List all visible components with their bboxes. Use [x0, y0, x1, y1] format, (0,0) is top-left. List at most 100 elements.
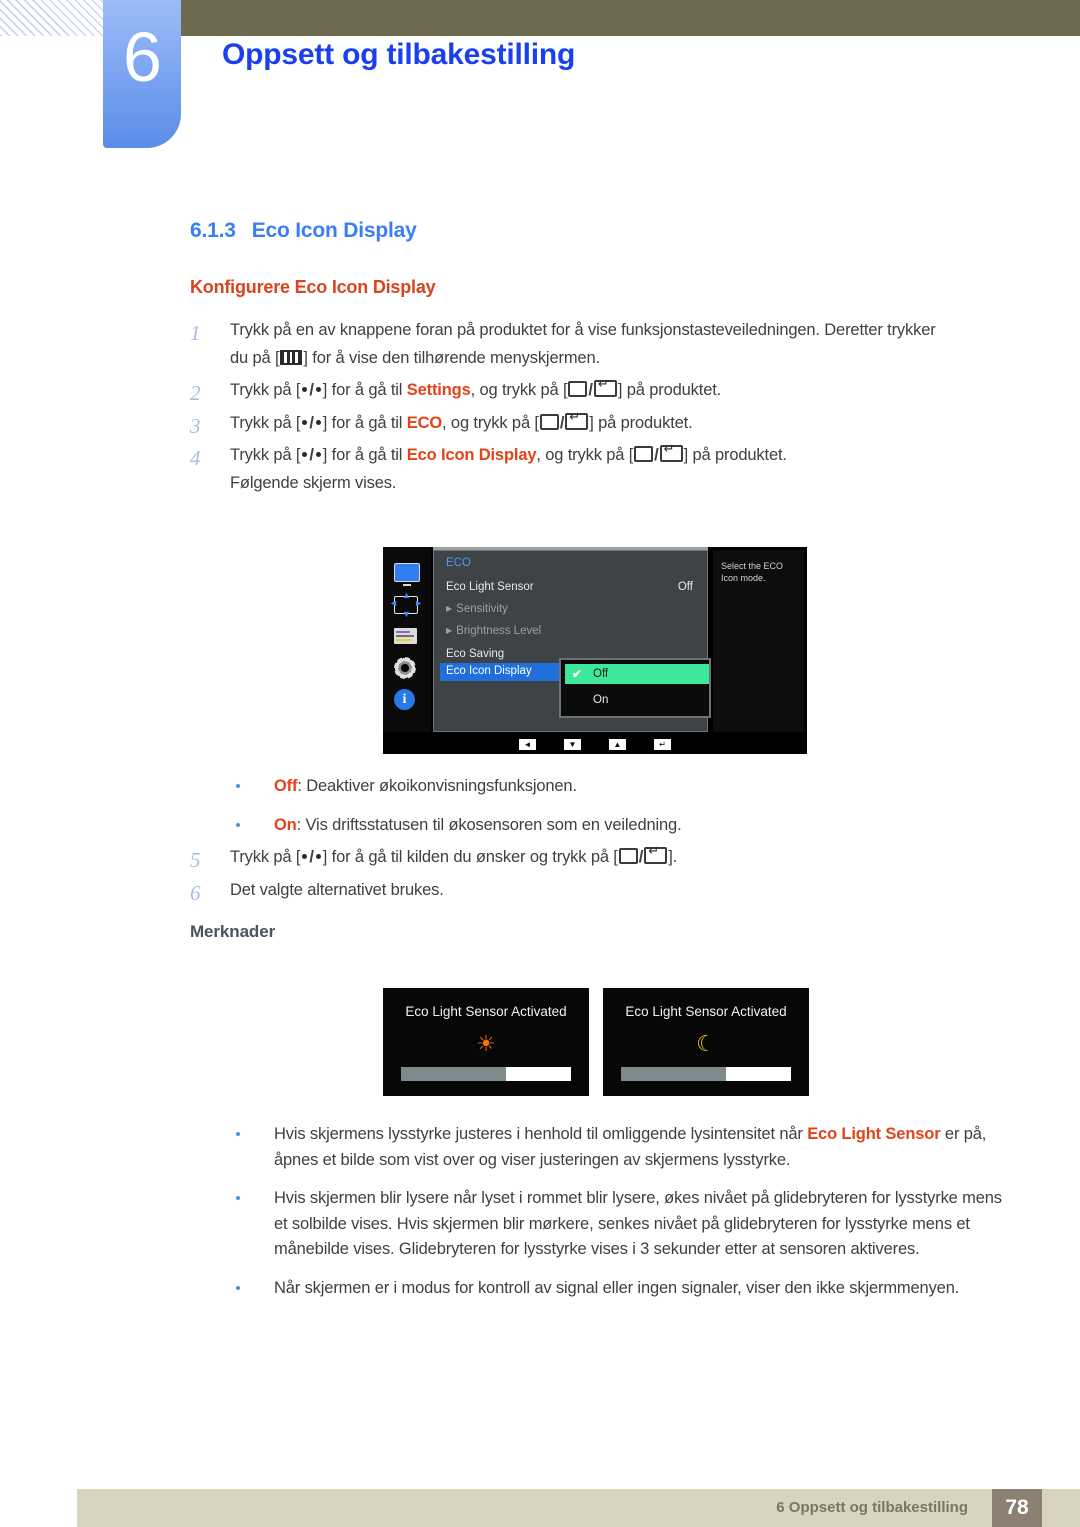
page-number: 78: [992, 1489, 1042, 1527]
step-text-mid2: , og trykk på [: [536, 446, 634, 465]
dot-button-icon: [302, 419, 308, 425]
source-rect-icon: [539, 413, 559, 430]
osd-help-panel: Select the ECO Icon mode.: [713, 550, 804, 732]
chevron-right-icon: ▶: [446, 603, 453, 613]
step-continuation: Følgende skjerm vises.: [230, 473, 397, 492]
osd-row-label: Eco Light Sensor: [446, 581, 534, 593]
osd-button-up-icon[interactable]: ▲: [609, 739, 626, 750]
step-text-continued: du på [] for å vise den tilhørende menys…: [230, 346, 1010, 372]
step-text: Det valgte alternativet brukes.: [230, 880, 444, 899]
osd-dropdown-option-label: Off: [593, 668, 609, 680]
monitor-icon[interactable]: [394, 561, 420, 583]
step-text-post: ] på produktet.: [589, 413, 693, 432]
note-keyword: Eco Light Sensor: [807, 1125, 941, 1143]
note-bullet: Hvis skjermens lysstyrke justeres i henh…: [232, 1122, 1012, 1173]
source-rect-icon: [634, 446, 654, 463]
step-marker: 2: [190, 381, 201, 406]
slider-fill: [621, 1067, 727, 1081]
osd-row-value: Off: [677, 581, 693, 593]
page-header: 6 Oppsett og tilbakestilling: [0, 0, 1080, 160]
resize-arrows-icon[interactable]: ▲ ▼ ◄ ►: [389, 591, 423, 619]
enter-button-icon: [593, 377, 617, 398]
step-item: 4 Trykk på [/] for å gå til Eco Icon Disp…: [190, 442, 1010, 496]
step-text-mid: ] for å gå til kilden du ønsker og trykk…: [322, 848, 618, 866]
osd-row-eco-light-sensor[interactable]: Eco Light Sensor: [446, 581, 534, 593]
enter-button-icon: [644, 844, 668, 864]
chevron-right-icon: ▶: [446, 625, 453, 635]
note-text-pre: Hvis skjermens lysstyrke justeres i henh…: [274, 1125, 808, 1143]
gear-icon[interactable]: [394, 657, 420, 679]
step-text-pre: Trykk på [: [230, 446, 301, 465]
dot-button-icon: [315, 419, 321, 425]
note-image-caption: Eco Light Sensor Activated: [625, 1004, 787, 1019]
osd-footer-buttons: ◄ ▼ ▲ ↵: [384, 737, 806, 752]
step-text-mid2: , og trykk på [: [442, 413, 539, 432]
step-keyword: Settings: [406, 381, 471, 400]
page-footer: 6 Oppsett og tilbakestilling 78: [77, 1489, 1080, 1527]
osd-row-eco-saving[interactable]: Eco Saving: [446, 648, 504, 660]
osd-button-left-icon[interactable]: ◄: [519, 739, 536, 750]
info-icon[interactable]: i: [394, 689, 420, 711]
step-text-mid: ] for å gå til: [322, 413, 407, 432]
footer-chapter-label: 6 Oppsett og tilbakestilling: [776, 1499, 968, 1516]
osd-dropdown-option-label: On: [593, 694, 609, 706]
dot-button-icon: [315, 387, 321, 393]
brightness-slider: [621, 1067, 791, 1081]
enter-button-icon: [659, 442, 683, 463]
osd-button-down-icon[interactable]: ▼: [564, 739, 581, 750]
step-item: 6 Det valgte alternativet brukes.: [190, 878, 1010, 905]
note-images: Eco Light Sensor Activated ☀ Eco Light S…: [383, 988, 809, 1096]
option-keyword: Off: [274, 777, 298, 795]
sun-icon: ☀: [476, 1031, 496, 1056]
osd-menu-screenshot: ▲ ▼ ◄ ► i ECO Eco Light Sensor Off ▶ Sensiti…: [383, 547, 807, 754]
section-title: Eco Icon Display: [251, 219, 417, 242]
step-text-pre: Trykk på [: [230, 413, 301, 432]
step-item: 5 Trykk på [/] for å gå til kilden du øns…: [190, 844, 1010, 872]
note-text: Hvis skjermen blir lysere når lyset i ro…: [274, 1189, 1002, 1259]
osd-sidebar: ▲ ▼ ◄ ► i: [383, 547, 431, 732]
chapter-number: 6: [123, 18, 162, 96]
osd-row-sensitivity[interactable]: ▶ Sensitivity: [446, 603, 508, 615]
step-marker: 3: [190, 413, 201, 438]
osd-row-brightness-level[interactable]: ▶ Brightness Level: [446, 625, 541, 637]
osd-help-text: Select the ECO Icon mode.: [721, 561, 784, 584]
step-item: 2 Trykk på [/] for å gå til Settings, og …: [190, 377, 1010, 405]
enter-button-icon: [565, 410, 589, 430]
osd-dropdown-option-on[interactable]: On: [565, 690, 709, 710]
slider-fill: [401, 1067, 507, 1081]
option-bullet-off: Off: Deaktiver økoikonvisningsfunksjonen…: [232, 774, 1012, 800]
step-text-mid2: , og trykk på [: [470, 381, 568, 400]
osd-menu-title: ECO: [446, 557, 471, 569]
menu-list-icon[interactable]: [394, 625, 420, 647]
note-image-sun: Eco Light Sensor Activated ☀: [383, 988, 589, 1096]
step-text-post: ] på produktet.: [683, 446, 787, 465]
menu-button-icon: [280, 349, 303, 365]
checkmark-icon: ✔: [572, 667, 583, 681]
step-marker: 5: [190, 848, 201, 872]
steps-list: 1 Trykk på en av knappene foran på produ…: [190, 318, 1010, 503]
osd-dropdown-option-off[interactable]: ✔ Off: [565, 664, 709, 684]
source-rect-icon: [568, 381, 588, 398]
osd-button-enter-icon[interactable]: ↵: [654, 739, 671, 750]
slider-empty: [726, 1067, 791, 1081]
dot-button-icon: [315, 854, 321, 859]
step-text-post: ].: [668, 848, 678, 866]
step-marker: 4: [190, 446, 201, 471]
osd-dropdown[interactable]: ✔ Off On: [559, 658, 711, 718]
osd-row-label: Eco Saving: [446, 648, 505, 660]
step-keyword: Eco Icon Display: [406, 446, 537, 465]
olive-header-bar: [180, 0, 1080, 36]
note-image-moon: Eco Light Sensor Activated ☾: [603, 988, 809, 1096]
note-text: Når skjermen er i modus for kontroll av …: [274, 1278, 960, 1297]
step-text-mid: ] for å gå til: [322, 381, 407, 400]
step-marker: 6: [190, 880, 201, 905]
step-item: 3 Trykk på [/] for å gå til ECO, og trykk…: [190, 410, 1010, 438]
option-text: : Deaktiver økoikonvisningsfunksjonen.: [297, 777, 577, 795]
option-bullets: Off: Deaktiver økoikonvisningsfunksjonen…: [232, 774, 1012, 851]
option-bullet-on: On: Vis driftsstatusen til økosensoren s…: [232, 813, 1012, 839]
step-text-post: ] på produktet.: [617, 381, 722, 400]
section-heading: 6.1.3 Eco Icon Display: [190, 219, 417, 243]
step-text-pre: Trykk på [: [230, 848, 301, 866]
dot-button-icon: [302, 387, 308, 393]
slider-empty: [506, 1067, 571, 1081]
